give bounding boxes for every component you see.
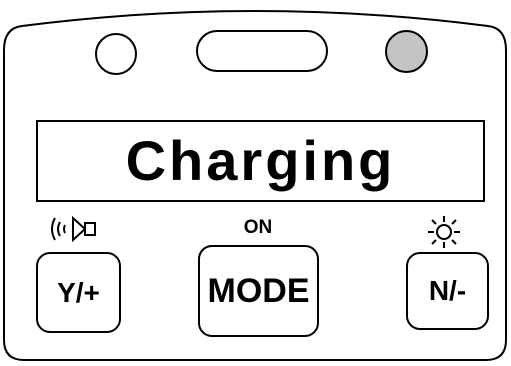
sound-icon (51, 215, 96, 243)
mode-on-label: ON (243, 217, 273, 238)
device-panel: Charging ON Y/+ MODE N/- (0, 0, 511, 366)
status-display: Charging (36, 120, 485, 202)
y-plus-button[interactable]: Y/+ (36, 252, 121, 333)
left-indicator-light (95, 33, 137, 75)
mode-button[interactable]: MODE (198, 245, 319, 337)
n-minus-button[interactable]: N/- (406, 252, 489, 330)
center-slot (196, 30, 328, 72)
display-text: Charging (125, 129, 396, 192)
brightness-icon (428, 216, 460, 248)
right-indicator-light (385, 30, 428, 73)
